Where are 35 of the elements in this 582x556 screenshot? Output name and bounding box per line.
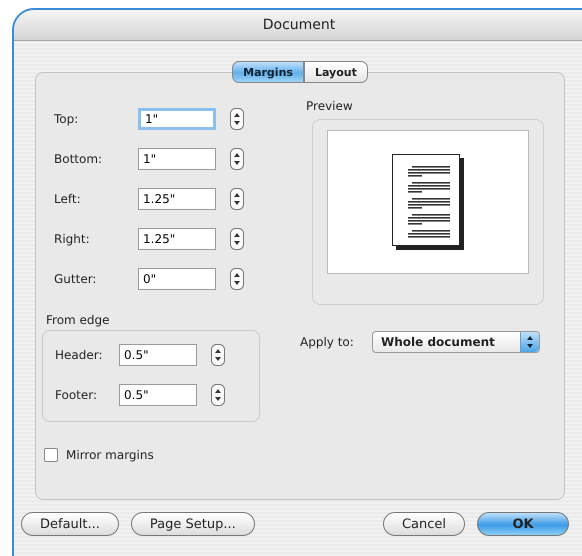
checkbox[interactable] — [44, 448, 58, 462]
margin-field[interactable]: 1.25" — [138, 228, 216, 250]
field-label: Header: — [55, 348, 104, 362]
margin-field[interactable]: 1" — [138, 148, 216, 170]
stepper-control[interactable] — [230, 188, 244, 210]
margin-field[interactable]: 1" — [138, 108, 216, 130]
dialog-button[interactable]: Page Setup... — [130, 512, 255, 536]
stepper-icon — [520, 332, 539, 352]
checkbox-label: Mirror margins — [66, 448, 155, 462]
window-title: Document — [262, 17, 336, 33]
stepper-control[interactable] — [230, 108, 244, 130]
field-label: Right: — [54, 232, 91, 246]
apply-to-dropdown[interactable]: Whole document — [372, 331, 540, 353]
field-label: Left: — [54, 192, 82, 206]
stepper-control[interactable] — [230, 268, 244, 290]
stepper-control[interactable] — [211, 384, 225, 406]
preview-title: Preview — [306, 99, 354, 113]
stepper-control[interactable] — [230, 228, 244, 250]
stepper-control[interactable] — [211, 344, 225, 366]
margin-field[interactable]: 0" — [138, 268, 216, 290]
dialog-button[interactable]: Cancel — [382, 512, 465, 536]
field-label: Gutter: — [54, 272, 98, 286]
edge-field[interactable]: 0.5" — [119, 384, 197, 406]
tab[interactable]: Margins — [232, 61, 304, 83]
dialog-button[interactable]: Default... — [21, 512, 119, 536]
ok-button[interactable]: OK — [477, 512, 569, 536]
group-title: From edge — [46, 313, 111, 327]
edge-field[interactable]: 0.5" — [119, 344, 197, 366]
field-label: Top: — [54, 112, 80, 126]
field-label: Bottom: — [54, 152, 104, 166]
tab[interactable]: Layout — [304, 61, 368, 83]
field-label: Apply to: — [300, 335, 355, 349]
margin-field[interactable]: 1.25" — [138, 188, 216, 210]
field-label: Footer: — [55, 388, 98, 402]
stepper-control[interactable] — [230, 148, 244, 170]
